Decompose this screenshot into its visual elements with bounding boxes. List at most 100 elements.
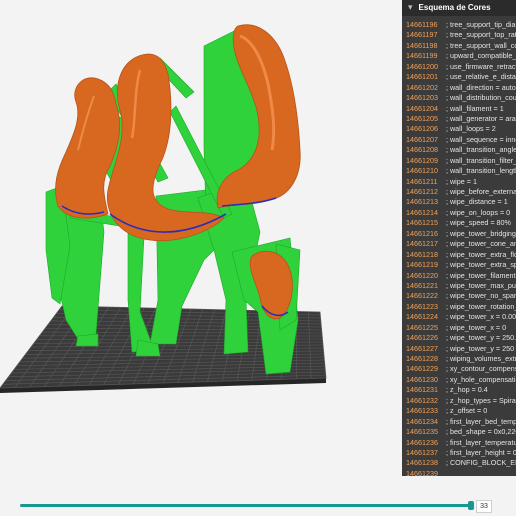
line-number: 14661210 [406,166,438,176]
gcode-line[interactable]: 14661208 ; wall_transition_angle = [402,145,516,155]
gcode-line[interactable]: 14661214 ; wipe_on_loops = 0 [402,208,516,218]
gcode-line[interactable]: 14661222 ; wipe_tower_no_sparse [402,291,516,301]
line-number: 14661203 [406,93,438,103]
gcode-line[interactable]: 14661235 ; bed_shape = 0x0,220x [402,427,516,437]
gcode-text: ; tree_support_tip_diam [446,20,516,29]
gcode-text: ; xy_hole_compensation [446,374,516,384]
line-number: 14661219 [406,260,438,270]
line-number: 14661214 [406,207,438,217]
gcode-line[interactable]: 14661221 ; wipe_tower_max_purg [402,281,516,291]
gcode-text: ; wipe_tower_bridging = [446,228,516,238]
line-number: 14661201 [406,72,438,82]
gcode-line[interactable]: 14661239 [402,469,516,476]
gcode-line[interactable]: 14661232 ; z_hop_types = Spiral L [402,396,516,406]
line-number: 14661217 [406,239,438,249]
gcode-text: ; CONFIG_BLOCK_END [446,458,516,468]
gcode-line[interactable]: 14661223 ; wipe_tower_rotation_a [402,302,516,312]
gcode-line[interactable]: 14661231 ; z_hop = 0.4 [402,385,516,395]
gcode-line[interactable]: 14661234 ; first_layer_bed_tempe [402,417,516,427]
gcode-line[interactable]: 14661197 ; tree_support_top_rate [402,30,516,40]
gcode-line[interactable]: 14661209 ; wall_transition_filter_d [402,156,516,166]
line-number: 14661208 [406,145,438,155]
gcode-text: ; first_layer_bed_tempe [446,416,516,426]
slider-handle[interactable] [468,501,475,510]
gcode-line[interactable]: 14661227 ; wipe_tower_y = 250 [402,344,516,354]
gcode-list[interactable]: 14661196 ; tree_support_tip_diam 14661197;… [402,16,516,476]
gcode-line[interactable]: 14661202 ; wall_direction = auto [402,83,516,93]
gcode-line[interactable]: 14661216 ; wipe_tower_bridging = [402,229,516,239]
gcode-line[interactable]: 14661226 ; wipe_tower_y = 250.00 [402,333,516,343]
line-number: 14661202 [406,82,438,92]
gcode-line[interactable]: 14661218 ; wipe_tower_extra_flow [402,250,516,260]
line-number: 14661238 [406,458,438,468]
line-number: 14661236 [406,437,438,447]
gcode-line[interactable]: 14661230 ; xy_hole_compensation [402,375,516,385]
line-number: 14661226 [406,333,438,343]
line-number: 14661223 [406,301,438,311]
gcode-text: ; wall_sequence = inner [446,134,516,144]
slider-fill [20,504,472,507]
gcode-line[interactable]: 14661205 ; wall_generator = arach [402,114,516,124]
gcode-text: ; wipe_tower_rotation_a [446,301,516,311]
gcode-line[interactable]: 14661228 ; wiping_volumes_extru [402,354,516,364]
gcode-text: ; wall_generator = arach [446,113,516,123]
line-number: 14661213 [406,197,438,207]
gcode-line[interactable]: 14661213 ; wipe_distance = 1 [402,197,516,207]
gcode-line[interactable]: 14661215 ; wipe_speed = 80% [402,218,516,228]
slider-value: 33 [476,500,492,513]
gcode-line[interactable]: 14661206 ; wall_loops = 2 [402,124,516,134]
panel-header[interactable]: ▾ Esquema de Cores [402,0,516,16]
gcode-text: ; wipe = 1 [446,176,477,186]
gcode-line[interactable]: 14661196 ; tree_support_tip_diam [402,20,516,30]
gcode-line[interactable]: 14661233 ; z_offset = 0 [402,406,516,416]
gcode-text: ; wall_transition_length [446,166,516,176]
gcode-text: ; wall_transition_angle = [446,145,516,155]
gcode-text: ; wipe_tower_filament = [446,270,516,280]
gcode-line[interactable]: 14661219 ; wipe_tower_extra_spa [402,260,516,270]
line-number: 14661218 [406,249,438,259]
gcode-line[interactable]: 14661204 ; wall_filament = 1 [402,104,516,114]
gcode-line[interactable]: 14661201 ; use_relative_e_distanc [402,72,516,82]
gcode-text: ; first_layer_temperatu [446,437,516,447]
gcode-line[interactable]: 14661198 ; tree_support_wall_cou [402,41,516,51]
line-number: 14661205 [406,113,438,123]
gcode-text: ; z_hop_types = Spiral L [446,395,516,405]
gcode-line[interactable]: 14661211 ; wipe = 1 [402,177,516,187]
gcode-line[interactable]: 14661203 ; wall_distribution_coun [402,93,516,103]
line-number: 14661232 [406,395,438,405]
gcode-text: ; upward_compatible_m [446,51,516,61]
line-number: 14661228 [406,354,438,363]
line-number: 14661209 [406,155,438,165]
line-number: 14661231 [406,385,438,395]
line-number: 14661237 [406,447,438,457]
gcode-text: ; wipe_tower_y = 250.00 [446,333,516,343]
collapse-icon[interactable]: ▾ [408,0,413,16]
gcode-text: ; wall_transition_filter_d [446,155,516,165]
gcode-text: ; wipe_tower_max_purg [446,280,516,290]
line-number: 14661200 [406,61,438,71]
gcode-text: ; tree_support_top_rate [446,30,516,40]
gcode-line[interactable]: 14661229 ; xy_contour_compensat [402,364,516,374]
gcode-text: ; wipe_tower_cone_ang [446,239,516,249]
gcode-line[interactable]: 14661237 ; first_layer_height = 0.2 [402,448,516,458]
gcode-text: ; use_relative_e_distanc [446,72,516,82]
line-number: 14661230 [406,374,438,384]
gcode-line[interactable]: 14661199 ; upward_compatible_m [402,51,516,61]
layer-slider[interactable]: 33 [20,499,496,513]
gcode-line[interactable]: 14661212 ; wipe_before_external_ [402,187,516,197]
gcode-line[interactable]: 14661236 ; first_layer_temperatu [402,438,516,448]
gcode-text: ; z_offset = 0 [446,406,488,416]
gcode-line[interactable]: 14661225 ; wipe_tower_x = 0 [402,323,516,333]
line-number: 14661196 [406,20,438,29]
gcode-text: ; wipe_before_external_ [446,187,516,196]
gcode-text: ; first_layer_height = 0.2 [446,447,516,457]
gcode-line[interactable]: 14661224 ; wipe_tower_x = 0.000 [402,312,516,322]
gcode-line[interactable]: 14661207 ; wall_sequence = inner [402,135,516,145]
gcode-line[interactable]: 14661220 ; wipe_tower_filament = [402,271,516,281]
gcode-text: ; wall_distribution_coun [446,93,516,103]
gcode-line[interactable]: 14661210 ; wall_transition_length [402,166,516,176]
line-number: 14661221 [406,280,438,290]
gcode-line[interactable]: 14661238 ; CONFIG_BLOCK_END [402,458,516,468]
gcode-line[interactable]: 14661217 ; wipe_tower_cone_ang [402,239,516,249]
gcode-line[interactable]: 14661200 ; use_firmware_retractio [402,62,516,72]
